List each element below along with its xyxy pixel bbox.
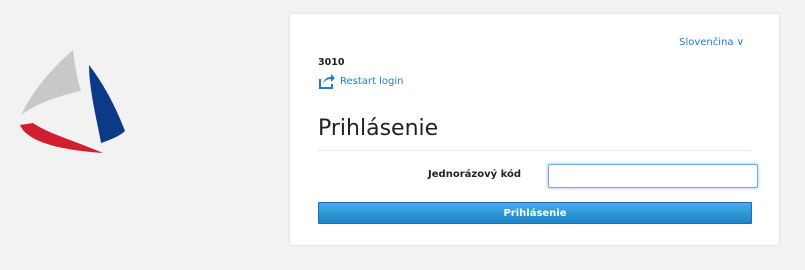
- username-display: 3010: [318, 57, 345, 68]
- restart-login-link[interactable]: Restart login: [318, 72, 403, 90]
- divider: [318, 150, 751, 151]
- share-arrow-icon: [319, 74, 335, 89]
- login-button[interactable]: Prihlásenie: [318, 202, 752, 224]
- page-title: Prihlásenie: [318, 116, 439, 141]
- login-page: Slovenčina ∨ 3010 Restart login Prihláse…: [0, 0, 805, 270]
- otp-label: Jednorázový kód: [428, 169, 521, 180]
- logo-gray-stroke: [21, 50, 81, 115]
- login-card: Slovenčina ∨ 3010 Restart login Prihláse…: [290, 14, 779, 245]
- company-logo: [20, 50, 125, 153]
- logo-red-stroke: [20, 123, 103, 153]
- restart-login-label: Restart login: [340, 75, 404, 87]
- otp-input[interactable]: [548, 164, 758, 188]
- language-selector[interactable]: Slovenčina ∨: [679, 37, 744, 48]
- logo-blue-stroke: [89, 65, 125, 143]
